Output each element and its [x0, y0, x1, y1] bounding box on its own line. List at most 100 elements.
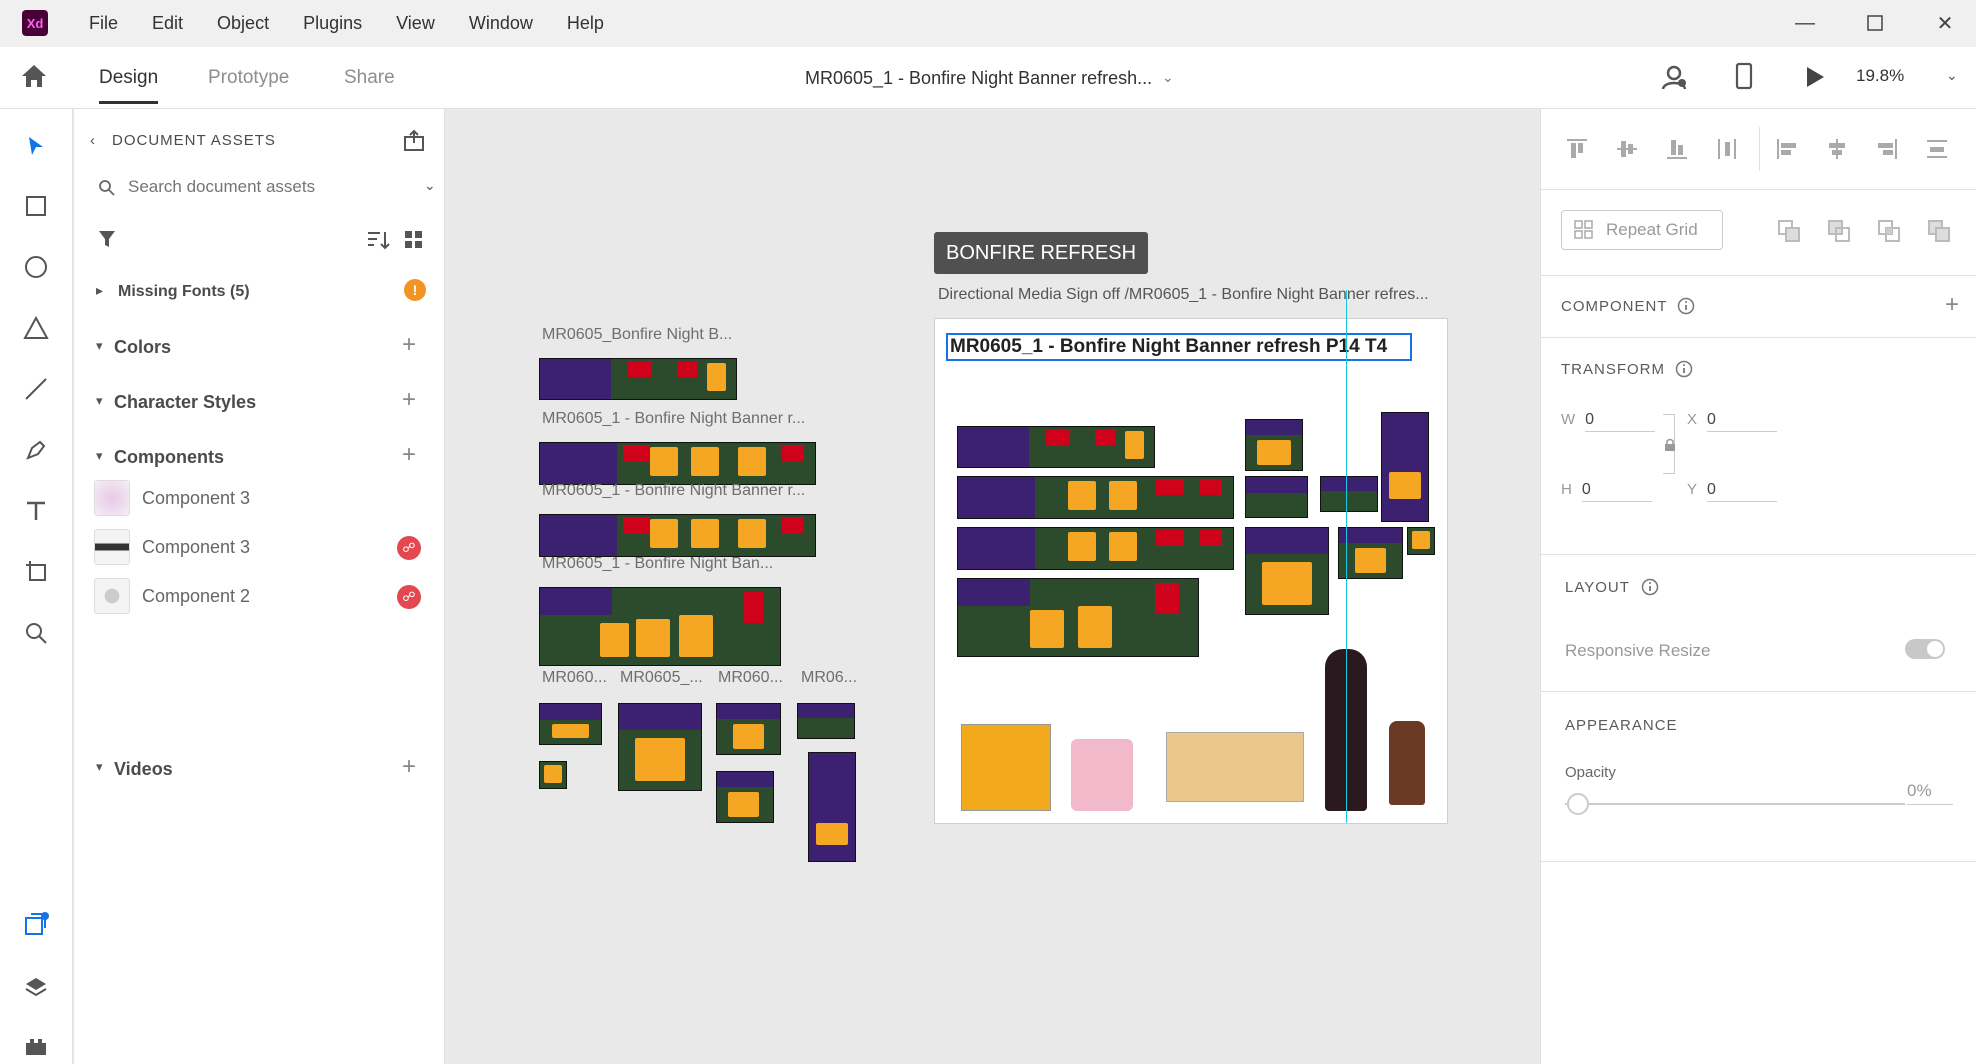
- section-character-styles[interactable]: Character Styles: [114, 392, 256, 413]
- chevron-down-icon[interactable]: ⌄: [1946, 67, 1958, 84]
- line-tool-icon[interactable]: [20, 373, 52, 405]
- menu-object[interactable]: Object: [217, 13, 269, 34]
- artboard-label[interactable]: MR0605_1 - Bonfire Night Banner r...: [542, 482, 805, 500]
- distribute-horizontal-icon[interactable]: [1925, 137, 1949, 166]
- search-input[interactable]: [128, 177, 418, 197]
- zoom-level[interactable]: 19.8%: [1856, 66, 1904, 86]
- menu-help[interactable]: Help: [567, 13, 604, 34]
- select-tool-icon[interactable]: [20, 130, 52, 162]
- plugins-icon[interactable]: [20, 1031, 52, 1063]
- chevron-down-icon[interactable]: ▾: [96, 393, 103, 409]
- artboard-tool-icon[interactable]: [20, 555, 52, 587]
- artboard-thumbnail[interactable]: [808, 752, 856, 862]
- artboard-thumbnail[interactable]: [716, 771, 774, 823]
- artboard-thumbnail[interactable]: [539, 761, 567, 789]
- add-character-style-icon[interactable]: +: [402, 386, 416, 414]
- section-colors[interactable]: Colors: [114, 337, 171, 358]
- missing-fonts[interactable]: Missing Fonts (5): [118, 283, 250, 301]
- tab-design[interactable]: Design: [99, 67, 159, 104]
- artboard-thumbnail[interactable]: [539, 587, 781, 666]
- artboard-thumbnail[interactable]: [618, 703, 702, 791]
- add-component-icon[interactable]: +: [1945, 291, 1959, 319]
- grid-view-icon[interactable]: [404, 230, 424, 255]
- y-field[interactable]: Y0: [1687, 481, 1778, 502]
- section-videos[interactable]: Videos: [114, 759, 173, 780]
- artboard-label[interactable]: MR060...: [542, 669, 607, 687]
- height-input[interactable]: 0: [1581, 481, 1652, 502]
- align-left-icon[interactable]: [1775, 137, 1799, 166]
- pen-tool-icon[interactable]: [20, 434, 52, 466]
- add-color-icon[interactable]: +: [402, 331, 416, 359]
- back-chevron-icon[interactable]: ‹: [90, 132, 95, 149]
- document-assets-icon[interactable]: [20, 909, 52, 941]
- chevron-down-icon[interactable]: ▾: [96, 448, 103, 464]
- boolean-intersect-icon[interactable]: [1877, 219, 1901, 248]
- width-field[interactable]: W0: [1561, 411, 1656, 432]
- chevron-right-icon[interactable]: ▸: [96, 282, 103, 299]
- artboard-tag[interactable]: BONFIRE REFRESH: [934, 232, 1149, 274]
- x-field[interactable]: X0: [1687, 411, 1778, 432]
- info-icon[interactable]: [1675, 360, 1693, 383]
- align-middle-icon[interactable]: [1615, 137, 1639, 166]
- boolean-add-icon[interactable]: [1777, 219, 1801, 248]
- info-icon[interactable]: [1677, 297, 1695, 320]
- artboard-label[interactable]: MR0605_...: [620, 669, 703, 687]
- play-icon[interactable]: [1804, 65, 1826, 94]
- align-right-icon[interactable]: [1875, 137, 1899, 166]
- artboard-label[interactable]: MR0605_Bonfire Night B...: [542, 326, 732, 344]
- chevron-down-icon[interactable]: ▾: [96, 759, 103, 775]
- height-field[interactable]: H0: [1561, 481, 1652, 502]
- repeat-grid-button[interactable]: Repeat Grid: [1561, 210, 1723, 250]
- artboard-main[interactable]: MR0605_1 - Bonfire Night Banner refresh …: [934, 318, 1448, 824]
- opacity-slider-knob[interactable]: [1567, 793, 1589, 815]
- maximize-icon[interactable]: [1860, 10, 1890, 36]
- device-preview-icon[interactable]: [1734, 62, 1754, 95]
- component-item[interactable]: Component 3: [94, 529, 250, 565]
- align-bottom-icon[interactable]: [1665, 137, 1689, 166]
- artboard-heading[interactable]: MR0605_1 - Bonfire Night Banner refresh …: [946, 333, 1412, 361]
- close-icon[interactable]: ✕: [1930, 10, 1960, 36]
- artboard-thumbnail[interactable]: [539, 358, 737, 400]
- home-icon[interactable]: [20, 63, 52, 93]
- layers-icon[interactable]: [20, 971, 52, 1003]
- artboard-label[interactable]: MR0605_1 - Bonfire Night Banner r...: [542, 410, 805, 428]
- opacity-slider[interactable]: [1565, 803, 1905, 805]
- menu-plugins[interactable]: Plugins: [303, 13, 362, 34]
- chevron-down-icon[interactable]: ▾: [96, 338, 103, 354]
- tab-share[interactable]: Share: [344, 67, 395, 89]
- broken-link-icon[interactable]: ☍: [397, 585, 421, 609]
- boolean-subtract-icon[interactable]: [1827, 219, 1851, 248]
- artboard-label[interactable]: MR0605_1 - Bonfire Night Ban...: [542, 555, 773, 573]
- y-input[interactable]: 0: [1707, 481, 1778, 502]
- align-top-icon[interactable]: [1565, 137, 1589, 166]
- add-component-icon[interactable]: +: [402, 441, 416, 469]
- section-components[interactable]: Components: [114, 447, 224, 468]
- width-input[interactable]: 0: [1585, 411, 1656, 432]
- filter-icon[interactable]: [98, 229, 116, 254]
- user-icon[interactable]: [1660, 63, 1688, 96]
- share-icon[interactable]: [402, 129, 426, 158]
- menu-file[interactable]: File: [89, 13, 118, 34]
- artboard-thumbnail[interactable]: [797, 703, 855, 739]
- tab-prototype[interactable]: Prototype: [208, 67, 289, 89]
- distribute-vertical-icon[interactable]: [1715, 137, 1739, 166]
- rectangle-tool-icon[interactable]: [20, 190, 52, 222]
- align-center-icon[interactable]: [1825, 137, 1849, 166]
- sort-icon[interactable]: [366, 230, 390, 255]
- component-item[interactable]: Component 3: [94, 480, 250, 516]
- responsive-resize-toggle[interactable]: [1905, 639, 1945, 659]
- info-icon[interactable]: [1641, 578, 1659, 601]
- artboard-thumbnail[interactable]: [539, 514, 816, 557]
- text-tool-icon[interactable]: [20, 495, 52, 527]
- artboard-label[interactable]: MR060...: [718, 669, 783, 687]
- ellipse-tool-icon[interactable]: [20, 251, 52, 283]
- search-field[interactable]: ⌄: [96, 173, 436, 203]
- polygon-tool-icon[interactable]: [20, 312, 52, 344]
- artboard-path[interactable]: Directional Media Sign off /MR0605_1 - B…: [938, 286, 1429, 304]
- lock-icon[interactable]: [1663, 437, 1677, 457]
- add-video-icon[interactable]: +: [402, 753, 416, 781]
- artboard-thumbnail[interactable]: [539, 442, 816, 485]
- zoom-tool-icon[interactable]: [20, 617, 52, 649]
- minimize-icon[interactable]: —: [1790, 10, 1820, 36]
- artboard-label[interactable]: MR06...: [801, 669, 857, 687]
